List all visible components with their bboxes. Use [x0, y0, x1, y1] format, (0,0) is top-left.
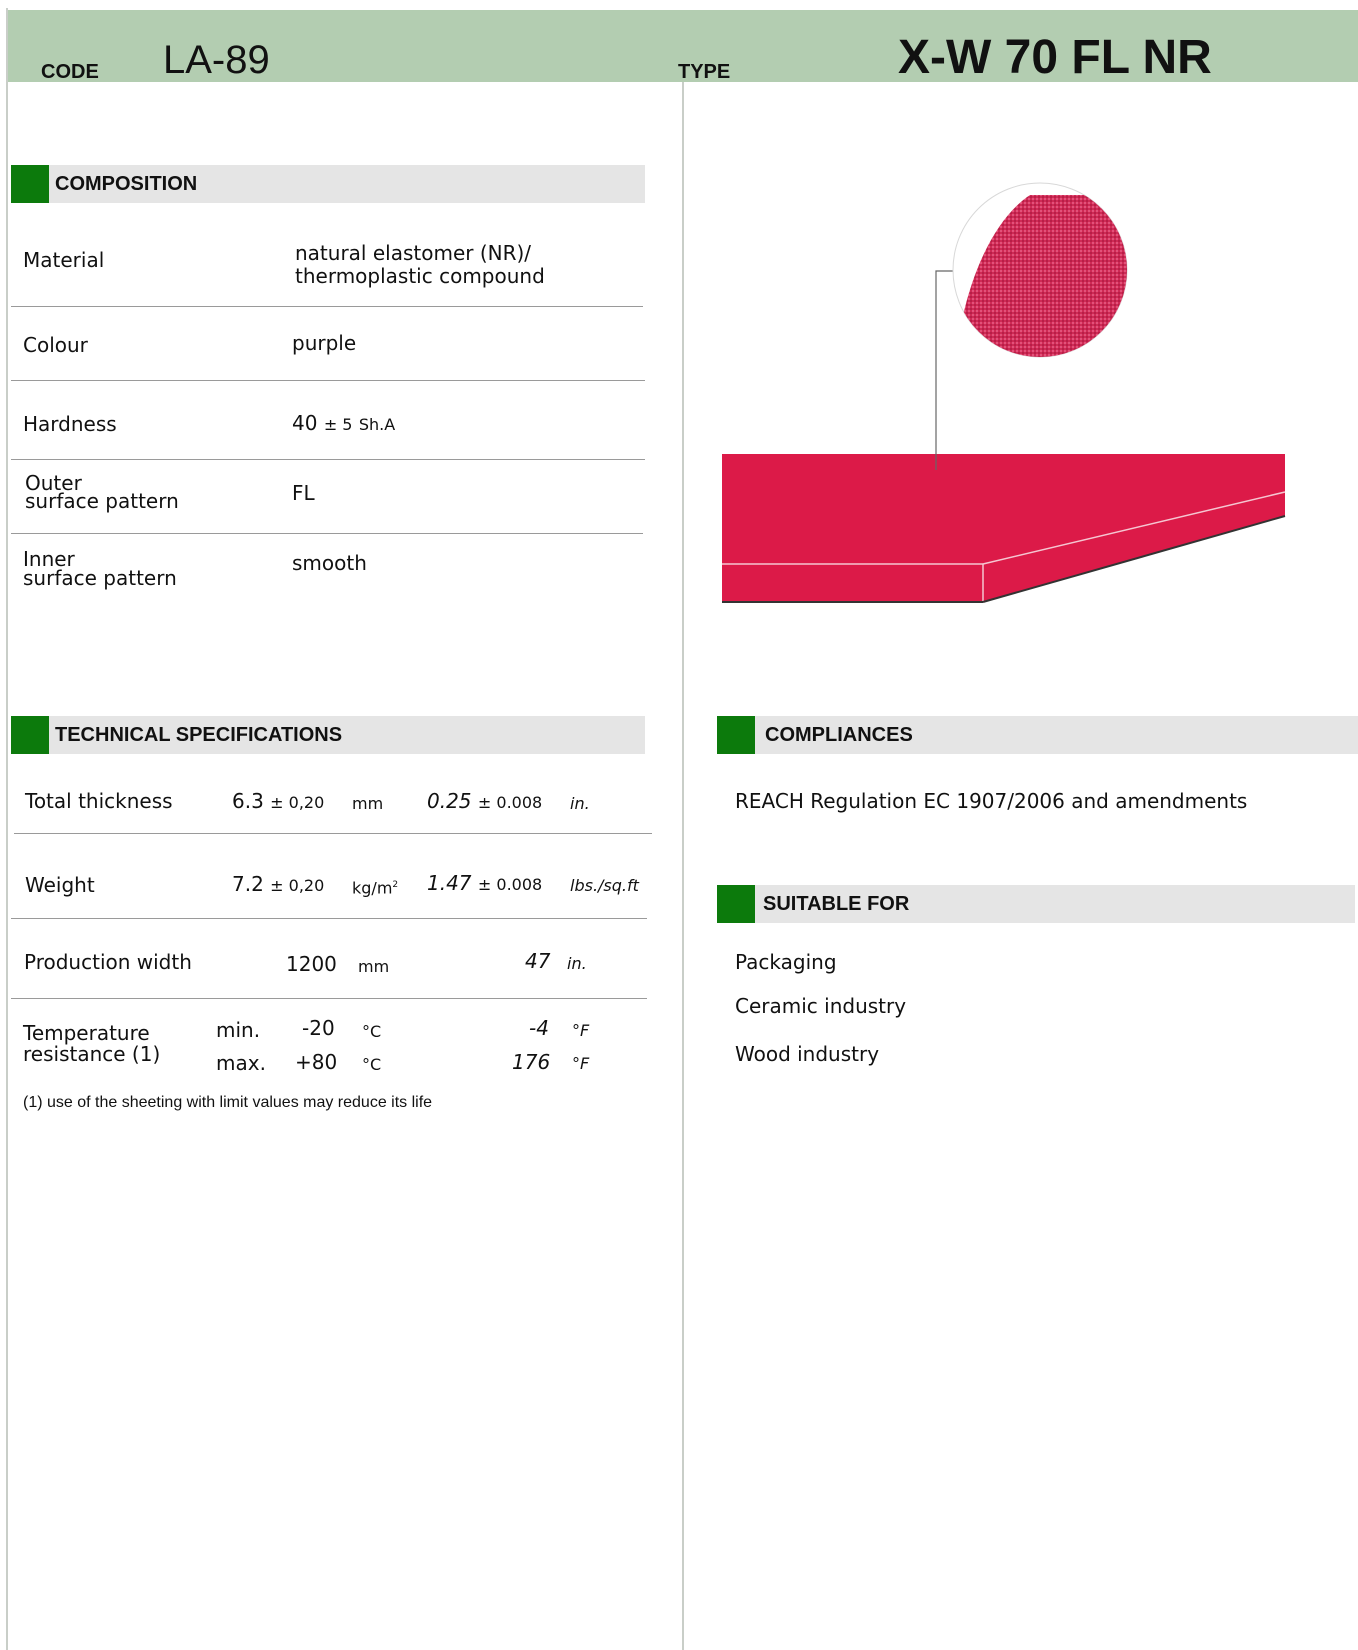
weight-unit-group: kg/m2 [352, 875, 398, 898]
temperature-min-imperial: -4 [529, 1016, 549, 1040]
section-marker-icon [717, 716, 755, 754]
hardness-tolerance: ± 5 [323, 415, 353, 434]
composition-title: COMPOSITION [55, 173, 198, 195]
row-divider [11, 918, 647, 919]
composition-header: COMPOSITION [11, 165, 645, 203]
weight-unit: kg/m [352, 878, 393, 898]
colour-value: purple [292, 331, 357, 355]
footnote: (1) use of the sheeting with limit value… [23, 1094, 433, 1111]
code-label: CODE [41, 61, 99, 83]
technical-title: TECHNICAL SPECIFICATIONS [55, 724, 343, 746]
temperature-label-line2: resistance (1) [23, 1042, 161, 1066]
row-divider [11, 306, 643, 307]
belt-top-face [722, 454, 1285, 564]
thickness-label: Total thickness [25, 789, 173, 813]
thickness-tolerance: ± 0,20 [270, 793, 325, 812]
type-value: X-W 70 FL NR [898, 31, 1212, 84]
row-divider [14, 833, 652, 834]
temperature-max-label: max. [216, 1051, 266, 1075]
compliances-title: COMPLIANCES [765, 724, 913, 746]
thickness-imperial-group: 0.25 ± 0.008 [427, 791, 542, 813]
thickness-imperial-tolerance: ± 0.008 [477, 793, 543, 812]
type-label: TYPE [678, 61, 731, 83]
hardness-value-group: 40 ± 5 Sh.A [292, 413, 395, 435]
temperature-min-label: min. [216, 1018, 261, 1042]
weight-tolerance: ± 0,20 [270, 876, 325, 895]
row-divider [11, 998, 647, 999]
thickness-imperial-unit: in. [570, 794, 590, 813]
suitable-item: Packaging [735, 950, 837, 974]
technical-header: TECHNICAL SPECIFICATIONS [11, 716, 645, 754]
row-divider [11, 459, 645, 460]
width-label: Production width [24, 950, 192, 974]
width-unit: mm [358, 957, 390, 976]
inner-pattern-value: smooth [292, 551, 367, 575]
section-marker-icon [11, 716, 49, 754]
weight-imperial-value: 1.47 [427, 871, 472, 895]
material-value-line2: thermoplastic compound [295, 264, 545, 288]
compliances-text: REACH Regulation EC 1907/2006 and amendm… [735, 789, 1248, 813]
row-divider [11, 380, 645, 381]
width-imperial-value: 47 [525, 949, 551, 973]
material-label: Material [23, 248, 105, 272]
thickness-unit: mm [352, 794, 384, 813]
outer-pattern-value: FL [292, 481, 315, 505]
temperature-max-imperial-unit: °F [572, 1054, 590, 1073]
weight-imperial-unit: lbs./sq.ft [570, 876, 639, 895]
inner-pattern-label-line2: surface pattern [23, 566, 177, 590]
outer-pattern-label-line2: surface pattern [25, 489, 179, 513]
hardness-unit: Sh.A [358, 415, 396, 434]
suitable-item: Wood industry [735, 1042, 880, 1066]
compliances-header: COMPLIANCES [717, 716, 1358, 754]
column-divider [682, 82, 684, 1650]
material-value-line1: natural elastomer (NR)/ [295, 241, 532, 265]
temperature-max-unit: °C [362, 1055, 382, 1074]
weight-value-group: 7.2 ± 0,20 [232, 874, 324, 896]
thickness-value: 6.3 [232, 789, 264, 813]
row-divider [11, 533, 643, 534]
temperature-min-imperial-unit: °F [572, 1021, 590, 1040]
temperature-max-imperial: 176 [512, 1050, 551, 1074]
section-marker-icon [717, 885, 755, 923]
temperature-min-value: -20 [302, 1016, 335, 1040]
suitable-header: SUITABLE FOR [717, 885, 1355, 923]
weight-imperial-group: 1.47 ± 0.008 [427, 873, 542, 895]
code-value: LA-89 [163, 38, 270, 82]
width-value: 1200 [286, 952, 337, 976]
width-imperial-unit: in. [567, 954, 587, 973]
weight-imperial-tolerance: ± 0.008 [477, 875, 543, 894]
thickness-imperial-value: 0.25 [427, 789, 472, 813]
suitable-item: Ceramic industry [735, 994, 907, 1018]
colour-label: Colour [23, 333, 88, 357]
belt-front-face [722, 564, 983, 602]
thickness-value-group: 6.3 ± 0,20 [232, 791, 324, 813]
weight-unit-exponent: 2 [392, 880, 399, 890]
temperature-min-unit: °C [362, 1022, 382, 1041]
hardness-value: 40 [292, 411, 318, 435]
weight-value: 7.2 [232, 872, 264, 896]
temperature-max-value: +80 [295, 1050, 338, 1074]
section-marker-icon [11, 165, 49, 203]
suitable-title: SUITABLE FOR [763, 893, 910, 915]
weight-label: Weight [25, 873, 95, 897]
temperature-label-line1: Temperature [23, 1021, 150, 1045]
header-bar: CODE LA-89 TYPE X-W 70 FL NR [8, 10, 1358, 84]
belt-sheet-illustration [722, 182, 1286, 603]
hardness-label: Hardness [23, 412, 117, 436]
